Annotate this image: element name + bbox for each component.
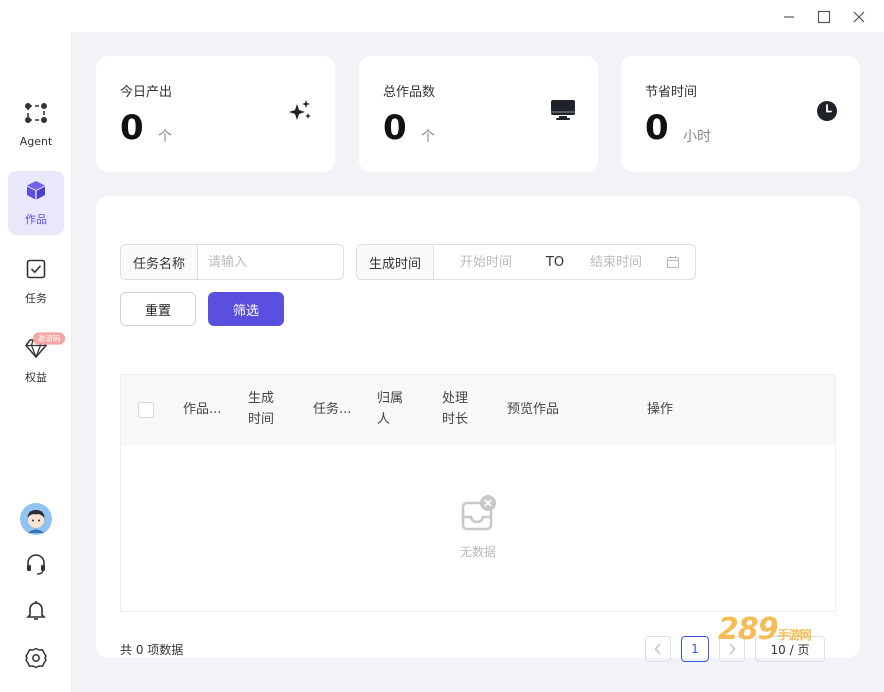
time-range-filter: 生成时间 TO [356, 244, 696, 280]
settings-icon[interactable] [0, 646, 72, 670]
close-icon[interactable] [848, 6, 870, 28]
column-header[interactable]: 任务... [313, 399, 351, 420]
total-count: 共 0 项数据 [120, 643, 184, 657]
watermark-logo: 289手游网 [718, 612, 812, 647]
avatar[interactable] [0, 503, 72, 535]
column-header[interactable]: 生成 时间 [248, 388, 274, 430]
reset-button[interactable]: 重置 [120, 292, 196, 326]
stat-card-today-output: 今日产出 0 个 [96, 56, 335, 172]
stat-value: 0 [120, 108, 144, 148]
start-time-input[interactable] [434, 254, 539, 270]
empty-state: 无数据 [121, 495, 835, 560]
column-header[interactable]: 处理 时长 [442, 388, 468, 430]
task-name-label: 任务名称 [121, 245, 199, 279]
stat-value: 0 [645, 108, 669, 148]
works-panel: 任务名称 生成时间 TO 重置 筛选 作品... 生成 时间 任务... 归属 … [96, 196, 860, 662]
stat-card-total-works: 总作品数 0 个 [359, 56, 598, 172]
cube-icon [25, 179, 47, 205]
sidebar-item-benefits[interactable]: 邀请码 权益 [8, 329, 66, 393]
sidebar-item-agent[interactable]: Agent [8, 92, 64, 156]
maximize-icon[interactable] [813, 6, 835, 28]
watermark-text: 289 [718, 612, 779, 647]
table-header: 作品... 生成 时间 任务... 归属 人 处理 时长 预览作品 操作 [121, 375, 835, 445]
stat-title: 总作品数 [383, 85, 436, 100]
time-label: 生成时间 [357, 245, 435, 279]
select-all-checkbox[interactable] [138, 402, 154, 418]
sidebar-item-label: 作品 [25, 213, 47, 226]
sidebar-item-label: 任务 [25, 292, 47, 305]
bell-icon[interactable] [0, 598, 72, 622]
headset-icon[interactable] [0, 552, 72, 576]
sidebar: Agent 作品 任务 邀请码 权益 [0, 32, 72, 692]
column-header[interactable]: 预览作品 [507, 399, 559, 420]
clock-icon [816, 100, 838, 126]
title-bar [0, 0, 884, 32]
stat-unit: 个 [158, 129, 172, 145]
works-table: 作品... 生成 时间 任务... 归属 人 处理 时长 预览作品 操作 无数据 [120, 374, 836, 612]
sparkle-icon [287, 98, 313, 128]
stat-card-time-saved: 节省时间 0 小时 [621, 56, 860, 172]
calendar-icon[interactable] [666, 255, 680, 269]
page-number[interactable]: 1 [681, 636, 709, 662]
minimize-icon[interactable] [778, 6, 800, 28]
task-name-filter: 任务名称 [120, 244, 344, 280]
sidebar-item-label: 权益 [25, 371, 47, 384]
stat-unit: 小时 [683, 129, 711, 145]
stat-value: 0 [383, 108, 407, 148]
column-header[interactable]: 操作 [647, 399, 673, 420]
range-separator: TO [545, 254, 565, 270]
stat-title: 今日产出 [120, 85, 173, 100]
end-time-input[interactable] [572, 254, 661, 270]
stat-unit: 个 [421, 129, 435, 145]
agent-nodes-icon [23, 101, 49, 129]
no-data-icon [459, 495, 497, 537]
stat-title: 节省时间 [645, 85, 698, 100]
monitor-icon [550, 98, 576, 126]
task-check-icon [25, 258, 47, 284]
column-header[interactable]: 归属 人 [377, 388, 403, 430]
invite-code-badge: 邀请码 [32, 332, 66, 345]
sidebar-item-label: Agent [19, 134, 53, 148]
empty-text: 无数据 [459, 545, 496, 559]
column-header[interactable]: 作品... [183, 399, 221, 420]
watermark-sub: 手游网 [777, 628, 812, 642]
sidebar-item-tasks[interactable]: 任务 [8, 250, 64, 314]
prev-page-button[interactable] [645, 636, 671, 662]
filter-button[interactable]: 筛选 [208, 292, 284, 326]
sidebar-item-works[interactable]: 作品 [8, 171, 64, 235]
task-name-input[interactable] [198, 254, 339, 270]
